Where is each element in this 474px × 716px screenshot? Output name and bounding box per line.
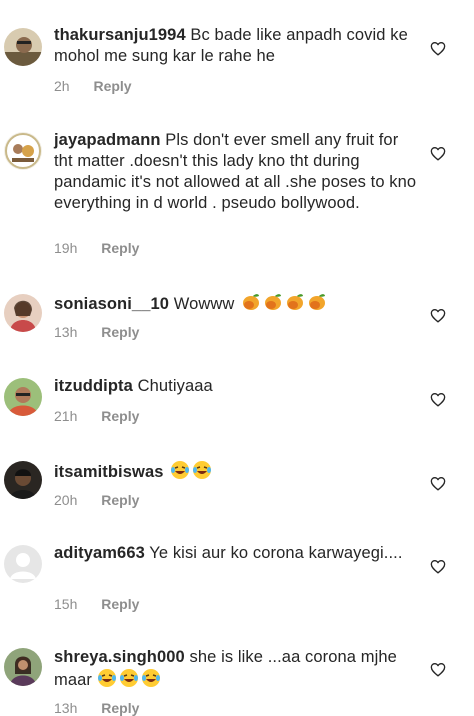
reply-button[interactable]: Reply — [101, 700, 139, 716]
comment-timestamp: 13h — [54, 324, 78, 340]
laughing-tears-emoji — [97, 668, 163, 694]
comment-timestamp: 20h — [54, 492, 78, 508]
comment-text: Wowww — [173, 295, 235, 313]
avatar[interactable] — [4, 132, 42, 170]
comment-username[interactable]: itzuddipta — [54, 377, 133, 395]
avatar[interactable] — [4, 294, 42, 332]
comment-username[interactable]: thakursanju1994 — [54, 26, 186, 44]
comment-username[interactable]: adityam663 — [54, 544, 145, 562]
avatar[interactable] — [4, 28, 42, 66]
heart-outline-icon[interactable] — [430, 559, 446, 574]
mango-emoji — [241, 292, 327, 318]
comment-timestamp: 21h — [54, 408, 78, 424]
reply-button[interactable]: Reply — [101, 240, 139, 256]
comment-timestamp: 13h — [54, 700, 78, 716]
reply-button[interactable]: Reply — [101, 324, 139, 340]
heart-outline-icon[interactable] — [430, 146, 446, 161]
laughing-tears-emoji — [170, 460, 214, 486]
heart-outline-icon[interactable] — [430, 662, 446, 677]
comment-timestamp: 19h — [54, 240, 78, 256]
heart-outline-icon[interactable] — [430, 476, 446, 491]
heart-outline-icon[interactable] — [430, 308, 446, 323]
comment-timestamp: 2h — [54, 78, 70, 94]
comment-username[interactable]: shreya.singh000 — [54, 648, 185, 666]
comment-text: Chutiyaaa — [137, 377, 213, 395]
avatar[interactable] — [4, 378, 42, 416]
reply-button[interactable]: Reply — [101, 492, 139, 508]
comment-text: Ye kisi aur ko corona karwayegi.... — [149, 544, 403, 562]
avatar[interactable] — [4, 545, 42, 583]
avatar[interactable] — [4, 648, 42, 686]
comment-username[interactable]: soniasoni__10 — [54, 295, 169, 313]
heart-outline-icon[interactable] — [430, 41, 446, 56]
reply-button[interactable]: Reply — [101, 596, 139, 612]
reply-button[interactable]: Reply — [101, 408, 139, 424]
reply-button[interactable]: Reply — [93, 78, 131, 94]
comment-username[interactable]: itsamitbiswas — [54, 463, 164, 481]
comment-username[interactable]: jayapadmann — [54, 131, 161, 149]
heart-outline-icon[interactable] — [430, 392, 446, 407]
avatar[interactable] — [4, 461, 42, 499]
comment-timestamp: 15h — [54, 596, 78, 612]
